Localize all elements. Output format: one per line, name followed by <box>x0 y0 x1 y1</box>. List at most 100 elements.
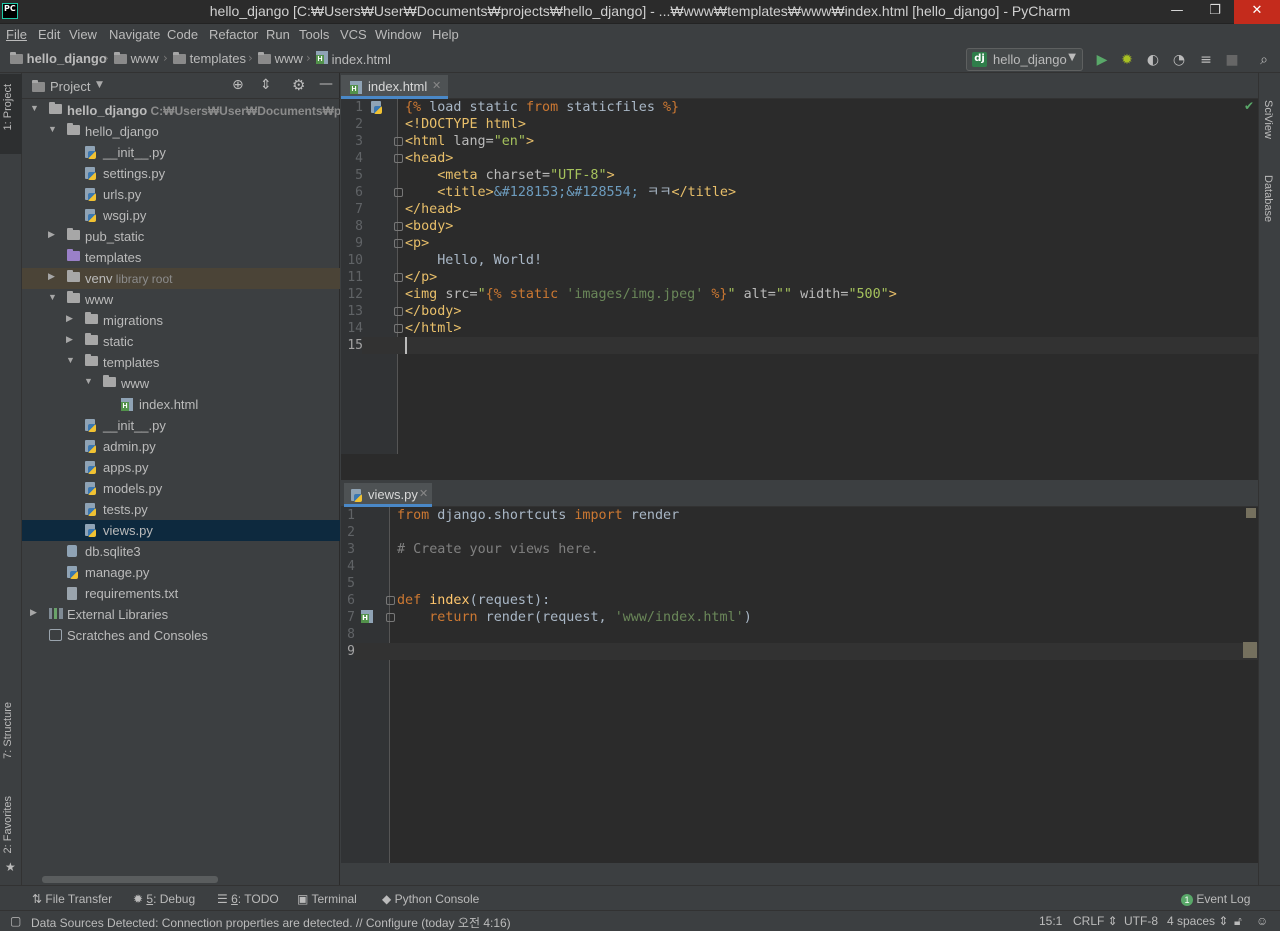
tree-item[interactable]: ▼ www <box>22 373 340 394</box>
tree-item[interactable]: __init__.py <box>22 415 340 436</box>
hide-icon[interactable]: — <box>319 76 333 92</box>
warning-marker-icon[interactable] <box>1246 508 1256 518</box>
code-line[interactable]: </body> <box>405 303 461 320</box>
code-line[interactable]: from django.shortcuts import render <box>397 507 679 524</box>
code-line[interactable]: <html lang="en"> <box>405 133 534 150</box>
tree-item[interactable]: db.sqlite3 <box>22 541 340 562</box>
menu-view[interactable]: View <box>69 27 97 42</box>
tree-item[interactable]: admin.py <box>22 436 340 457</box>
tree-item[interactable]: urls.py <box>22 184 340 205</box>
menu-run[interactable]: Run <box>266 27 290 42</box>
breadcrumb-item[interactable]: index.html <box>316 51 391 67</box>
python-gutter-icon[interactable] <box>371 101 382 117</box>
tree-item[interactable]: wsgi.py <box>22 205 340 226</box>
chevron-right-icon[interactable]: ▶ <box>66 334 73 345</box>
chevron-down-icon[interactable]: ▼ <box>96 80 103 90</box>
file-transfer-tool[interactable]: ⇅ File Transfer <box>32 892 112 906</box>
tree-item[interactable]: apps.py <box>22 457 340 478</box>
chevron-right-icon[interactable]: ▶ <box>66 313 73 324</box>
debug-icon[interactable]: ✹ <box>1117 50 1137 70</box>
menu-code[interactable]: Code <box>167 27 198 42</box>
editor-views-py[interactable] <box>341 507 1258 863</box>
tree-item[interactable]: Scratches and Consoles <box>22 625 340 646</box>
tree-item[interactable]: ▼ hello_django C:₩Users₩User₩Documents₩pr… <box>22 100 340 121</box>
fold-marker-icon[interactable] <box>394 307 403 316</box>
project-panel-title[interactable]: Project <box>50 79 90 94</box>
tree-item[interactable]: requirements.txt <box>22 583 340 604</box>
close-tab-icon[interactable]: ✕ <box>432 79 441 92</box>
tree-item[interactable]: ▼ templates <box>22 352 340 373</box>
menu-window[interactable]: Window <box>375 27 421 42</box>
code-line[interactable]: </head> <box>405 201 461 218</box>
tool-tab-database[interactable]: Database <box>1262 175 1274 222</box>
tree-item[interactable]: ▶ External Libraries <box>22 604 340 625</box>
tool-tab-sciview[interactable]: SciView <box>1262 100 1274 139</box>
tree-item[interactable]: manage.py <box>22 562 340 583</box>
code-line[interactable]: <body> <box>405 218 453 235</box>
breadcrumb-item[interactable]: hello_django <box>10 51 107 66</box>
code-line[interactable]: <title>&#128153;&#128554; ㅋㅋ</title> <box>405 184 736 201</box>
menu-tools[interactable]: Tools <box>299 27 329 42</box>
breadcrumb-item[interactable]: www <box>258 51 303 66</box>
code-line[interactable]: <meta charset="UTF-8"> <box>405 167 614 184</box>
tree-item[interactable]: index.html <box>22 394 340 415</box>
chevron-right-icon[interactable]: ▶ <box>30 607 37 618</box>
tree-item[interactable]: settings.py <box>22 163 340 184</box>
fold-marker-icon[interactable] <box>386 596 395 605</box>
fold-marker-icon[interactable] <box>394 324 403 333</box>
chevron-down-icon[interactable]: ▼ <box>48 124 57 134</box>
code-line[interactable]: </html> <box>405 320 461 337</box>
stop-icon[interactable]: ■ <box>1222 50 1242 70</box>
close-button[interactable]: ✕ <box>1234 0 1280 24</box>
search-icon[interactable]: ⌕ <box>1254 50 1274 70</box>
menu-file[interactable]: File <box>6 27 27 42</box>
lock-icon[interactable]: 🔓︎ <box>1234 914 1242 929</box>
status-panel-icon[interactable]: ▢ <box>10 914 21 928</box>
fold-marker-icon[interactable] <box>386 613 395 622</box>
crosshair-icon[interactable]: ⊕ <box>232 77 244 93</box>
run-configuration-select[interactable]: dj hello_django ▼ <box>966 48 1083 71</box>
breadcrumb-item[interactable]: templates <box>173 51 246 66</box>
menu-edit[interactable]: Edit <box>38 27 60 42</box>
tree-item[interactable]: ▼ hello_django <box>22 121 340 142</box>
tree-item[interactable]: templates <box>22 247 340 268</box>
code-line[interactable]: # Create your views here. <box>397 541 599 558</box>
tree-item[interactable]: views.py <box>22 520 340 541</box>
html-gutter-icon[interactable] <box>361 610 373 626</box>
line-separator[interactable]: CRLF ⇕ <box>1073 914 1118 928</box>
tool-tab-structure[interactable]: 7: Structure <box>2 702 14 759</box>
editor-index-html[interactable] <box>341 99 1258 454</box>
tree-item[interactable]: ▶ migrations <box>22 310 340 331</box>
fold-marker-icon[interactable] <box>394 239 403 248</box>
chevron-down-icon[interactable]: ▼ <box>84 376 93 386</box>
status-message[interactable]: Data Sources Detected: Connection proper… <box>31 914 511 931</box>
todo-tool[interactable]: ☰ 6: TODO <box>217 892 279 906</box>
event-log-tool[interactable]: 1 Event Log <box>1181 892 1250 906</box>
code-line[interactable]: </p> <box>405 269 437 286</box>
code-line[interactable]: <!DOCTYPE html> <box>405 116 526 133</box>
concurrency-icon[interactable]: ≡ <box>1196 50 1216 70</box>
code-line[interactable]: def index(request): <box>397 592 550 609</box>
chevron-down-icon[interactable]: ▼ <box>66 355 75 365</box>
warning-marker-icon[interactable] <box>1243 642 1257 658</box>
chevron-down-icon[interactable]: ▼ <box>48 292 57 302</box>
code-line[interactable]: <p> <box>405 235 429 252</box>
fold-marker-icon[interactable] <box>394 154 403 163</box>
tree-item[interactable]: ▼ www <box>22 289 340 310</box>
code-line[interactable]: {% load static from staticfiles %} <box>405 99 679 116</box>
indent-setting[interactable]: 4 spaces ⇕ <box>1167 914 1228 928</box>
hector-icon[interactable]: ☺︎ <box>1256 914 1268 928</box>
minimize-button[interactable]: — <box>1158 0 1196 24</box>
chevron-down-icon[interactable]: ▼ <box>30 103 39 113</box>
code-line[interactable]: <head> <box>405 150 453 167</box>
tree-item[interactable]: ▶ venv library root <box>22 268 340 289</box>
menu-refactor[interactable]: Refactor <box>209 27 258 42</box>
code-line[interactable]: return render(request, 'www/index.html') <box>397 609 752 626</box>
menu-vcs[interactable]: VCS <box>340 27 367 42</box>
tree-item[interactable]: ▶ static <box>22 331 340 352</box>
code-line[interactable]: <img src="{% static 'images/img.jpeg' %}… <box>405 286 897 303</box>
tree-item[interactable]: tests.py <box>22 499 340 520</box>
gear-icon[interactable]: ⚙ <box>292 76 305 94</box>
collapse-all-icon[interactable]: ⇕ <box>260 77 272 93</box>
menu-help[interactable]: Help <box>432 27 459 42</box>
